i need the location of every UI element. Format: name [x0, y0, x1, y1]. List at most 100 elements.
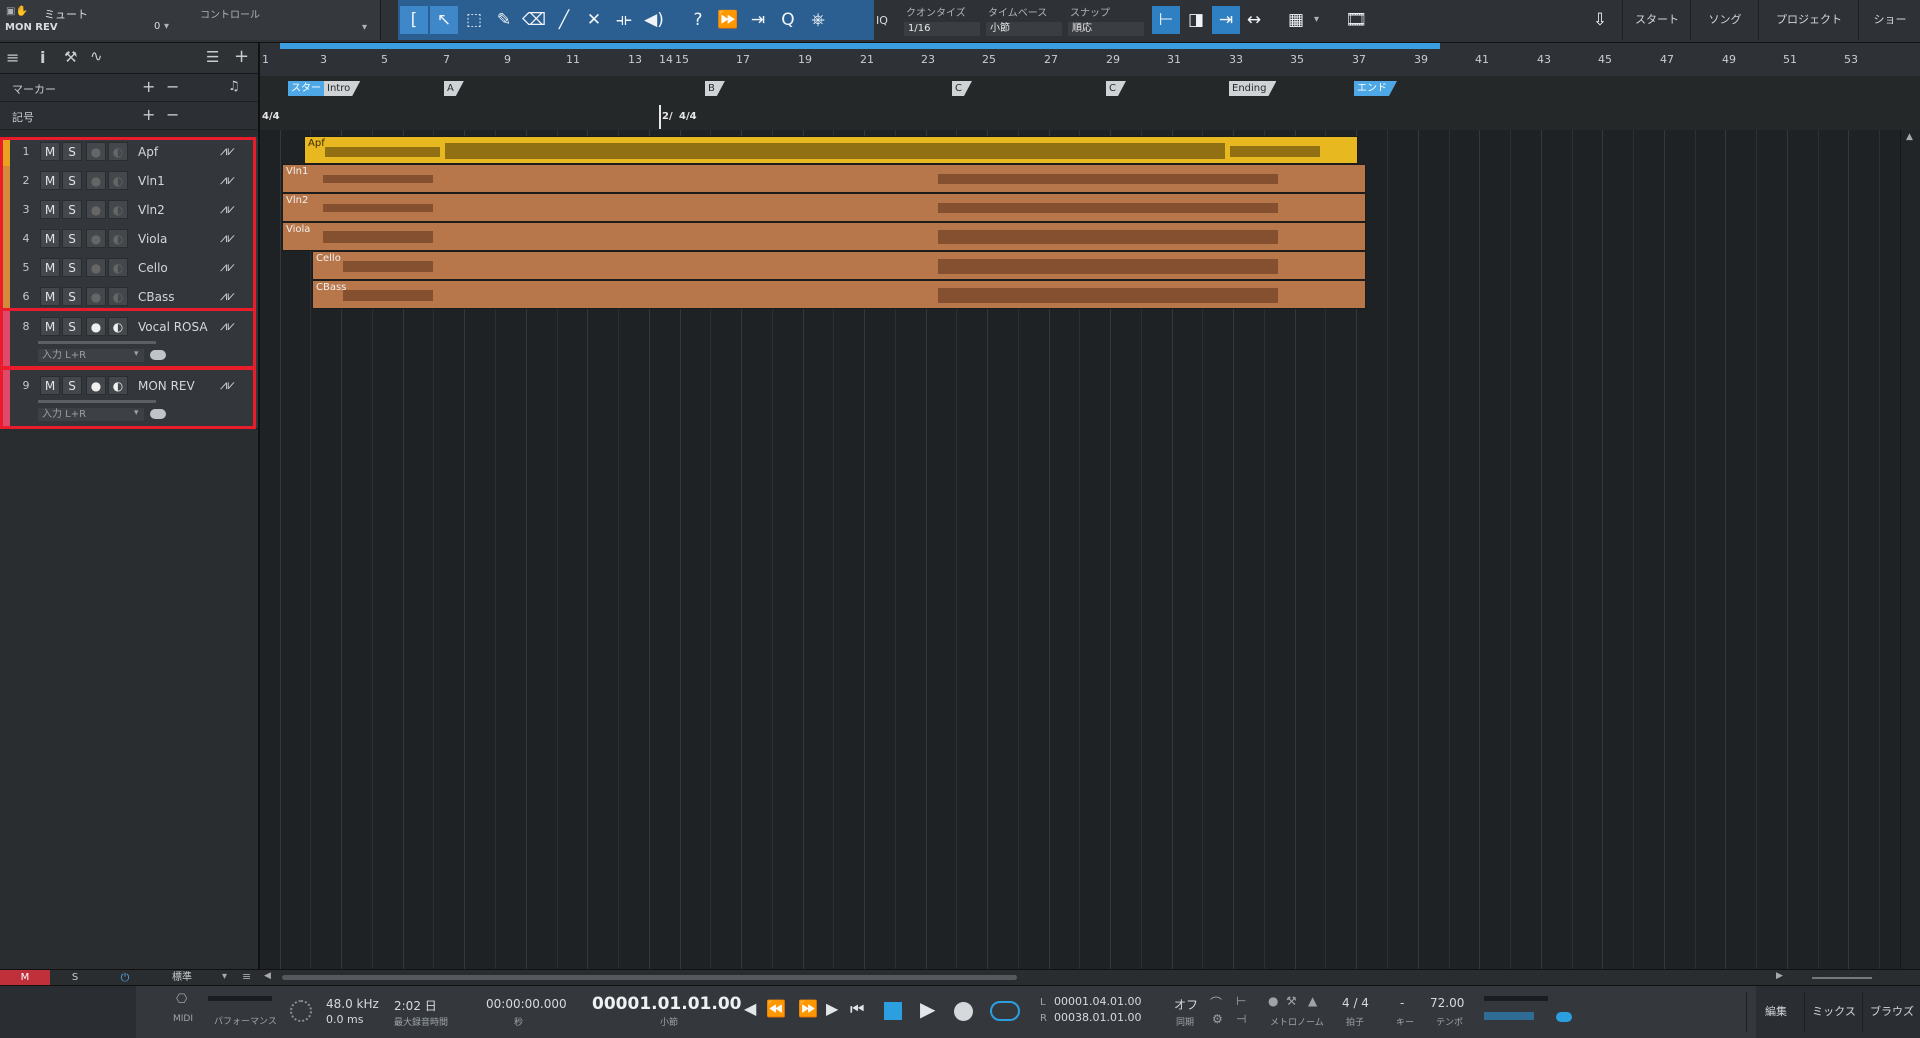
audio-clip-cello[interactable]: Cello — [312, 251, 1366, 280]
marker-ending[interactable]: Ending — [1229, 81, 1276, 96]
marker-c2[interactable]: C — [1106, 81, 1126, 96]
list-options-icon[interactable]: ☰ — [206, 48, 219, 66]
chevron-down-icon[interactable]: ▾ — [362, 22, 367, 33]
add-track-icon[interactable]: + — [234, 46, 249, 67]
scroll-up-icon[interactable]: ▲ — [1906, 132, 1913, 142]
loop-start[interactable]: 00001.04.01.00 — [1054, 995, 1141, 1008]
nav-project[interactable]: プロジェクト — [1758, 0, 1859, 40]
zoom-tool-icon[interactable]: Q — [774, 6, 802, 34]
arrow-tool-icon[interactable]: ↖ — [430, 6, 458, 34]
tempo-value[interactable]: 72.00 — [1430, 996, 1464, 1010]
remove-signature-icon[interactable]: − — [166, 105, 179, 124]
zoom-slider[interactable] — [1812, 977, 1872, 979]
metronome-dot-icon[interactable]: ● — [1268, 994, 1278, 1008]
signature-lane[interactable]: 4/4 2/ 4/4 — [260, 103, 1920, 131]
eraser-tool-icon[interactable]: ⌫ — [520, 6, 548, 34]
list-icon[interactable]: ≡ — [242, 970, 251, 983]
marker-end[interactable]: エンド — [1354, 81, 1397, 96]
next-marker-icon[interactable]: ▶ — [826, 999, 838, 1018]
autopunch-icon[interactable]: ⊣ — [1236, 1012, 1246, 1026]
scroll-right-icon[interactable]: ▶ — [1776, 971, 1783, 981]
info-icon[interactable]: i — [40, 48, 45, 67]
play-icon[interactable]: ▶ — [920, 997, 935, 1021]
add-signature-icon[interactable]: + — [142, 105, 155, 124]
note-icon[interactable]: ♫ — [228, 79, 240, 94]
menu-icon[interactable]: ≡ — [6, 48, 19, 67]
add-marker-icon[interactable]: + — [142, 77, 155, 96]
iq-label[interactable]: IQ — [876, 14, 888, 27]
time-display[interactable]: 00:00:00.000 — [486, 997, 567, 1011]
marker-c[interactable]: C — [952, 81, 972, 96]
monitor-toggle[interactable] — [1556, 1012, 1572, 1022]
loop-end[interactable]: 00038.01.01.00 — [1054, 1011, 1141, 1024]
chevron-down-icon[interactable]: ▾ — [1314, 14, 1319, 25]
sync-value[interactable]: オフ — [1174, 996, 1198, 1013]
marker-b[interactable]: B — [705, 81, 725, 96]
grid-view-icon[interactable]: ▦ — [1282, 6, 1310, 34]
split-tool-icon[interactable]: ⟛ — [610, 6, 638, 34]
chevron-down-icon[interactable]: ▾ — [222, 971, 227, 982]
automation-icon[interactable]: ∿ — [90, 47, 103, 65]
snap-event-icon[interactable]: ◨ — [1182, 6, 1210, 34]
paint-tool-icon[interactable]: ╱ — [550, 6, 578, 34]
pencil-tool-icon[interactable]: ✎ — [490, 6, 518, 34]
control-value[interactable]: 0 — [154, 21, 160, 32]
view-browse[interactable]: ブラウズ — [1862, 992, 1920, 1032]
punch-icon[interactable]: ⌒ — [1210, 994, 1222, 1011]
snap-cursor-icon[interactable]: ⇥ — [1212, 6, 1240, 34]
fast-forward-icon[interactable]: ⏩ — [798, 999, 818, 1018]
transient-icon[interactable]: ⏩ — [714, 6, 742, 34]
view-mode-select[interactable]: 標準 — [172, 970, 212, 985]
timeline-ruler[interactable]: 1 3 5 7 9 11 13 14 15 17 19 21 23 25 27 … — [260, 43, 1920, 77]
view-edit[interactable]: 編集 — [1746, 992, 1805, 1032]
remove-marker-icon[interactable]: − — [166, 77, 179, 96]
vertical-scrollbar[interactable]: ▲ — [1900, 130, 1920, 969]
marker-lane[interactable]: スタート Intro A B C C Ending エンド — [260, 76, 1920, 104]
stop-button[interactable] — [884, 1002, 902, 1020]
audio-clip-viola[interactable]: Viola — [282, 222, 1366, 251]
preroll-icon[interactable]: ⊢ — [1236, 994, 1246, 1008]
rewind-icon[interactable]: ⏪ — [766, 999, 786, 1018]
marker-a[interactable]: A — [444, 81, 464, 96]
loop-range[interactable] — [280, 43, 1440, 49]
range-tool-icon[interactable]: ⬚ — [460, 6, 488, 34]
marker-intro[interactable]: Intro — [324, 81, 360, 96]
wrench-icon[interactable]: ⚒ — [64, 48, 77, 66]
audio-clip-cbass[interactable]: CBass — [312, 280, 1366, 309]
dial-icon[interactable] — [290, 1000, 312, 1022]
nav-song[interactable]: ソング — [1690, 0, 1759, 40]
time-signature[interactable]: 4/4 — [262, 111, 280, 122]
volume-meter[interactable] — [1484, 1012, 1534, 1020]
follow-icon[interactable]: ↔ — [1240, 6, 1268, 34]
snap-select[interactable]: 順応 — [1068, 22, 1144, 36]
nav-start[interactable]: スタート — [1622, 0, 1691, 40]
record-button[interactable] — [954, 1002, 973, 1021]
metronome-settings-icon[interactable]: ⚒ — [1286, 994, 1297, 1008]
film-icon[interactable]: 🎞 — [1342, 6, 1370, 34]
nav-show[interactable]: ショー — [1858, 0, 1920, 40]
time-signature[interactable]: 2/ — [662, 111, 673, 122]
chevron-down-icon[interactable]: ▾ — [164, 21, 169, 32]
hand-icon[interactable]: ▣✋ — [6, 6, 28, 17]
groove-tool-icon[interactable]: ⎈ — [804, 6, 832, 34]
snap-grid-icon[interactable]: ⊢ — [1152, 6, 1180, 34]
settings-gear-icon[interactable]: ⚙ — [1212, 1012, 1223, 1026]
mute-all-button[interactable]: M — [0, 970, 50, 985]
time-signature[interactable]: 4/4 — [679, 111, 697, 122]
metronome-icon[interactable]: ▲ — [1308, 994, 1317, 1008]
power-icon[interactable]: ⏻ — [100, 970, 150, 985]
arrange-view[interactable]: Apf Vln1 Vln2 Viola Cello CBass — [260, 130, 1900, 969]
loop-icon[interactable] — [990, 1001, 1020, 1021]
audio-clip-vln2[interactable]: Vln2 — [282, 193, 1366, 222]
solo-all-button[interactable]: S — [50, 970, 100, 985]
position-display[interactable]: 00001.01.01.00 — [592, 994, 742, 1014]
view-mix[interactable]: ミックス — [1804, 992, 1863, 1032]
quantize-select[interactable]: 1/16 — [904, 22, 980, 36]
return-zero-icon[interactable]: ⏮ — [850, 999, 864, 1019]
scroll-left-icon[interactable]: ◀ — [264, 971, 271, 981]
quantize-tool-icon[interactable]: ⇥ — [744, 6, 772, 34]
audio-clip-apf[interactable]: Apf — [304, 136, 1358, 164]
download-icon[interactable]: ⇩ — [1586, 6, 1614, 34]
horizontal-scrollbar[interactable] — [282, 975, 1017, 980]
signature-value[interactable]: 4 / 4 — [1342, 996, 1369, 1010]
